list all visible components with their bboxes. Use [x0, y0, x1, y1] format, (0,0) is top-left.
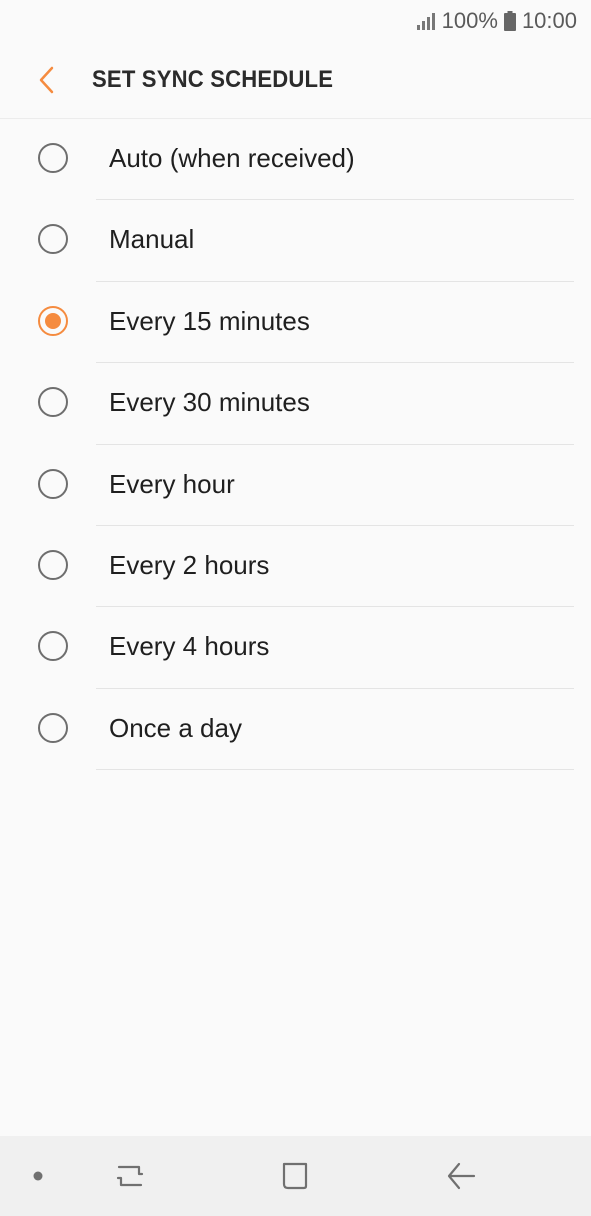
option-once-a-day[interactable]: Once a day: [0, 689, 591, 771]
page-title: SET SYNC SCHEDULE: [92, 66, 334, 93]
option-label: Every 30 minutes: [109, 387, 310, 418]
option-manual[interactable]: Manual: [0, 200, 591, 282]
option-every-hour[interactable]: Every hour: [0, 445, 591, 526]
home-icon: [282, 1162, 308, 1190]
option-label: Every 2 hours: [109, 549, 270, 580]
screen: 100% 10:00 SET SYNC SCHEDULE Auto (when …: [0, 0, 591, 1216]
option-label: Every hour: [109, 468, 235, 499]
recent-apps-button[interactable]: [110, 1156, 150, 1196]
option-label: Every 4 hours: [109, 631, 270, 662]
back-arrow-icon: [447, 1162, 476, 1190]
sync-options-list: Auto (when received) Manual Every 15 min…: [0, 119, 591, 771]
divider: [96, 769, 574, 771]
radio-button[interactable]: [38, 387, 68, 418]
option-every-4-hours[interactable]: Every 4 hours: [0, 607, 591, 689]
radio-button[interactable]: [38, 468, 68, 499]
option-every-15-minutes[interactable]: Every 15 minutes: [0, 282, 591, 364]
back-button[interactable]: [26, 60, 66, 100]
signal-bars-icon: [416, 13, 435, 30]
chevron-left-icon: [39, 66, 54, 94]
radio-button[interactable]: [38, 631, 68, 662]
radio-button[interactable]: [38, 143, 68, 173]
back-nav-button[interactable]: [441, 1156, 481, 1196]
option-auto[interactable]: Auto (when received): [0, 119, 591, 201]
radio-button[interactable]: [38, 712, 68, 743]
header: SET SYNC SCHEDULE: [0, 40, 591, 119]
dot-icon: [33, 1171, 43, 1181]
option-label: Once a day: [109, 712, 242, 743]
recent-apps-icon: [116, 1165, 144, 1187]
radio-button-selected[interactable]: [38, 305, 68, 336]
option-label: Manual: [109, 224, 195, 255]
status-right: 100% 10:00: [416, 8, 577, 34]
navigation-bar: [0, 1136, 591, 1216]
home-button[interactable]: [275, 1156, 315, 1196]
battery-full-icon: [503, 11, 516, 31]
status-time: 10:00: [521, 8, 577, 33]
option-every-30-minutes[interactable]: Every 30 minutes: [0, 363, 591, 445]
battery-percent: 100%: [441, 8, 498, 33]
option-label: Auto (when received): [109, 143, 355, 173]
radio-button[interactable]: [38, 549, 68, 580]
option-label: Every 15 minutes: [109, 305, 310, 336]
nav-dot-button[interactable]: [18, 1156, 58, 1196]
status-bar: 100% 10:00: [0, 0, 591, 40]
radio-button[interactable]: [38, 224, 68, 255]
option-every-2-hours[interactable]: Every 2 hours: [0, 526, 591, 608]
